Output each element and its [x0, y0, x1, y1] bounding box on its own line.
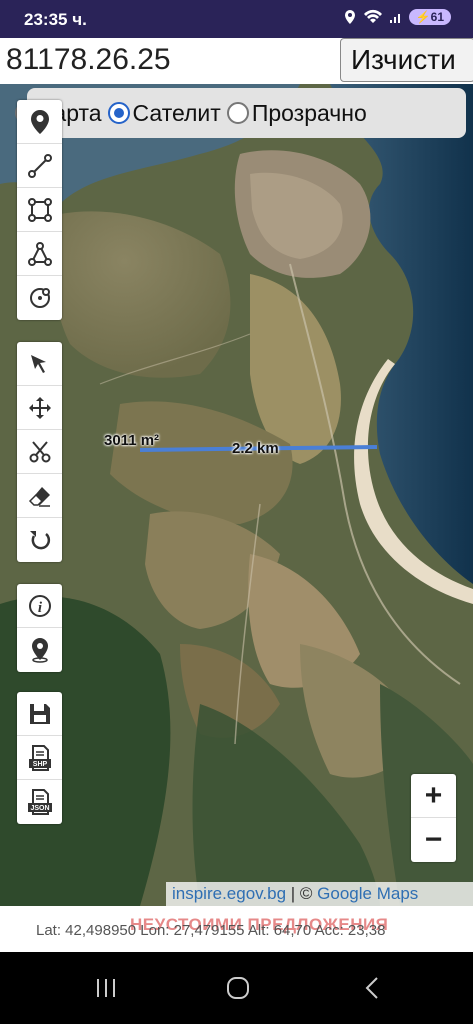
eraser-icon [28, 486, 50, 507]
draw-circle-icon [29, 288, 50, 308]
layer-transparent-label: Прозрачно [251, 99, 367, 126]
edit-toolbar [17, 342, 62, 562]
shp-file-icon: SHP [28, 744, 51, 771]
info-toolbar: i [17, 584, 62, 672]
radio-dot[interactable] [226, 102, 249, 124]
layer-transparent-radio[interactable]: Прозрачно [226, 99, 367, 127]
svg-text:JSON: JSON [30, 805, 49, 812]
draw-circle-button[interactable] [17, 276, 62, 320]
undo-button[interactable] [17, 518, 62, 562]
recent-apps-button[interactable] [76, 970, 136, 1006]
export-json-button[interactable]: JSON [17, 780, 62, 824]
back-button[interactable] [342, 970, 402, 1006]
wifi-status-icon [363, 9, 382, 23]
battery-level: 61 [430, 10, 444, 24]
scissors-icon [29, 440, 50, 462]
top-bar: Изчисти [0, 38, 473, 84]
google-maps-link[interactable]: Google Maps [317, 884, 418, 903]
export-shp-button[interactable]: SHP [17, 736, 62, 780]
attribution-separator: | © [286, 884, 318, 903]
distance-label: 2.2 km [232, 440, 279, 457]
save-button[interactable] [17, 692, 62, 736]
draw-rectangle-icon [27, 197, 52, 222]
battery-badge: ⚡61 [408, 9, 451, 25]
satellite-imagery [0, 84, 473, 906]
cut-button[interactable] [17, 430, 62, 474]
layer-switch: Карта Сателит Прозрачно [15, 88, 466, 138]
parcel-search-input[interactable] [2, 38, 330, 82]
draw-toolbar [17, 100, 62, 320]
recent-apps-icon [97, 979, 115, 997]
svg-text:SHP: SHP [32, 761, 47, 768]
layer-satellite-radio[interactable]: Сателит [107, 99, 221, 127]
move-icon [28, 396, 51, 419]
area-label: 3011 m² [104, 432, 160, 449]
export-toolbar: SHP JSON [17, 692, 62, 824]
system-nav-bar [0, 952, 473, 1024]
save-icon [29, 703, 50, 724]
signal-status-icon [389, 14, 400, 23]
erase-button[interactable] [17, 474, 62, 518]
zoom-in-button[interactable]: + [411, 774, 456, 818]
clear-button[interactable]: Изчисти [340, 38, 473, 82]
inspire-link[interactable]: inspire.egov.bg [172, 884, 286, 903]
gps-button[interactable] [17, 628, 62, 672]
gps-location-icon [31, 638, 48, 663]
map-view[interactable]: 3011 m² 2.2 km [0, 84, 473, 906]
coordinates-bar: НЕУСТОИМИ ПРЕДЛОЖЕНИЯ Lat: 42,498950 Lon… [0, 906, 473, 952]
draw-rectangle-button[interactable] [17, 188, 62, 232]
json-file-icon: JSON [27, 789, 52, 815]
info-button[interactable]: i [17, 584, 62, 628]
status-time: 23:35 ч. [24, 10, 87, 29]
location-pin-icon [30, 109, 49, 134]
zoom-control: + − [411, 774, 456, 862]
home-icon [227, 977, 249, 999]
map-attribution: inspire.egov.bg | © Google Maps [166, 882, 473, 906]
draw-line-button[interactable] [17, 144, 62, 188]
draw-polygon-button[interactable] [17, 232, 62, 276]
location-pin-button[interactable] [17, 100, 62, 144]
coordinates-readout: Lat: 42,498950 Lon: 27,479155 Alt: 64,70… [36, 922, 386, 939]
layer-satellite-label: Сателит [132, 99, 221, 126]
home-button[interactable] [208, 970, 268, 1006]
undo-icon [29, 531, 50, 550]
select-button[interactable] [17, 342, 62, 386]
zoom-out-button[interactable]: − [411, 818, 456, 862]
info-icon: i [28, 594, 51, 617]
radio-dot-selected[interactable] [107, 102, 130, 124]
move-button[interactable] [17, 386, 62, 430]
draw-line-icon [27, 153, 52, 178]
svg-text:i: i [37, 600, 42, 616]
status-icons: ⚡61 [343, 9, 451, 25]
draw-polygon-icon [27, 241, 52, 266]
location-status-icon [344, 10, 355, 24]
select-pointer-icon [30, 354, 46, 373]
status-bar: 23:35 ч. ⚡61 [0, 0, 473, 38]
back-icon [365, 977, 378, 999]
